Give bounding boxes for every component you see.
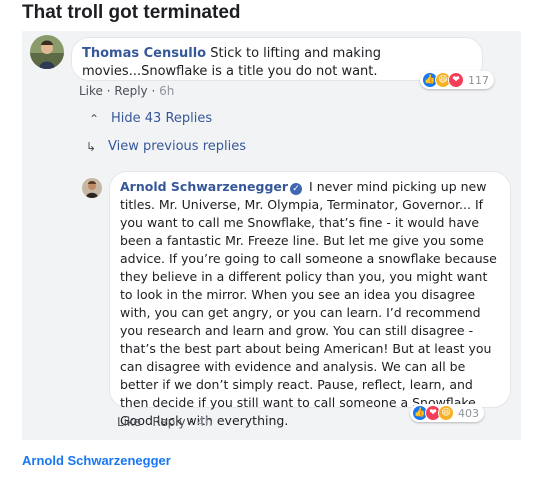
comment-actions: Like · Reply · 6h xyxy=(79,84,174,98)
reaction-count: 117 xyxy=(468,73,489,87)
view-previous-label: View previous replies xyxy=(108,139,246,154)
reply-arrow-icon: ↳ xyxy=(85,139,97,154)
haha-icon: 😆 xyxy=(438,405,454,421)
reaction-summary[interactable]: 👍 😆 ❤ 117 xyxy=(420,71,494,89)
separator: · xyxy=(189,415,198,429)
comment-bubble: Arnold Schwarzenegger ✓ I never mind pick… xyxy=(109,171,511,428)
comment-actions: Like · Reply · 4h xyxy=(117,415,212,429)
comment-age: 4h xyxy=(197,415,213,429)
post-title: That troll got terminated xyxy=(22,2,241,23)
like-link[interactable]: Like xyxy=(79,84,103,98)
comment-author[interactable]: Thomas Censullo xyxy=(82,46,206,61)
reply-link[interactable]: Reply xyxy=(114,84,147,98)
reply-link[interactable]: Reply xyxy=(152,415,185,429)
comment-thread: Thomas Censullo Stick to lifting and mak… xyxy=(22,31,521,440)
separator: · xyxy=(151,84,160,98)
verified-badge-icon: ✓ xyxy=(290,183,303,195)
reaction-count: 403 xyxy=(458,406,479,420)
hide-replies-label: Hide 43 Replies xyxy=(111,111,213,126)
avatar-arnold-schwarzenegger[interactable] xyxy=(82,178,102,198)
comment-text: I never mind picking up new titles. Mr. … xyxy=(120,179,497,428)
comment-age: 6h xyxy=(159,84,175,98)
like-link[interactable]: Like xyxy=(117,415,141,429)
comment-author[interactable]: Arnold Schwarzenegger xyxy=(120,179,288,194)
view-previous-replies-link[interactable]: ↳ View previous replies xyxy=(84,139,246,154)
hide-replies-link[interactable]: ⌃ Hide 43 Replies xyxy=(87,111,212,126)
reaction-summary[interactable]: 👍 ❤ 😆 403 xyxy=(410,404,484,422)
chevron-up-icon: ⌃ xyxy=(88,111,100,126)
source-credit-link[interactable]: Arnold Schwarzenegger xyxy=(22,453,171,468)
avatar-thomas-censullo[interactable] xyxy=(30,35,64,69)
love-icon: ❤ xyxy=(448,72,464,88)
